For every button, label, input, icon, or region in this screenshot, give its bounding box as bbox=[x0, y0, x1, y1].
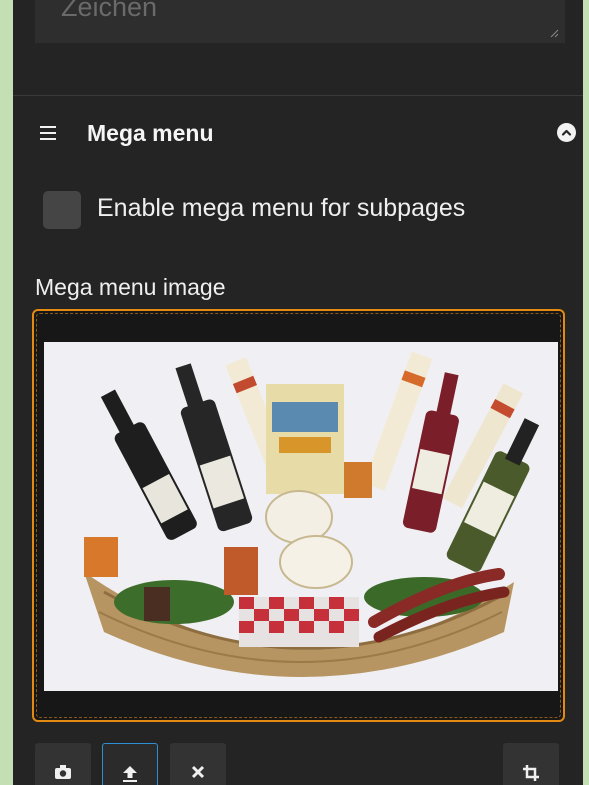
remove-icon bbox=[191, 765, 205, 779]
resize-handle-icon[interactable] bbox=[549, 28, 559, 38]
hamburger-menu-icon bbox=[40, 126, 56, 140]
description-placeholder: Zeichen bbox=[61, 0, 158, 22]
upload-button[interactable] bbox=[102, 743, 158, 785]
enable-mega-menu-label: Enable mega menu for subpages bbox=[97, 194, 466, 222]
crop-icon bbox=[523, 765, 539, 781]
crop-button[interactable] bbox=[503, 743, 559, 785]
chevron-up-icon[interactable] bbox=[557, 123, 576, 142]
mega-menu-section-header[interactable]: Mega menu bbox=[13, 112, 583, 156]
settings-panel: Zeichen Mega menu Enable mega menu for s… bbox=[13, 0, 583, 785]
enable-mega-menu-row[interactable]: Enable mega menu for subpages bbox=[43, 191, 563, 231]
enable-mega-menu-checkbox[interactable] bbox=[43, 191, 81, 229]
section-title: Mega menu bbox=[87, 120, 214, 146]
camera-button[interactable] bbox=[35, 743, 91, 785]
gift-basket-photo bbox=[44, 342, 558, 691]
mega-menu-image-dropzone[interactable] bbox=[32, 309, 565, 722]
section-divider bbox=[13, 95, 583, 96]
image-toolbar bbox=[35, 743, 565, 785]
mega-menu-image-preview bbox=[44, 342, 558, 691]
upload-icon bbox=[123, 766, 137, 782]
remove-image-button[interactable] bbox=[170, 743, 226, 785]
description-textarea[interactable]: Zeichen bbox=[35, 0, 565, 43]
camera-icon bbox=[55, 765, 71, 779]
mega-menu-image-label: Mega menu image bbox=[35, 274, 226, 300]
